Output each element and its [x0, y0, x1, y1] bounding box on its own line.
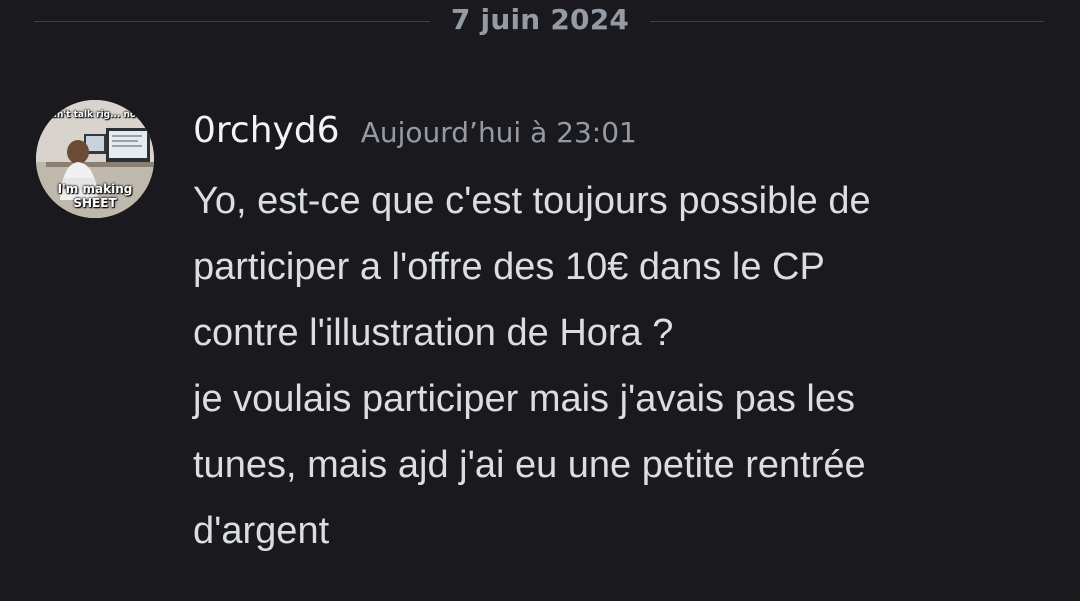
divider-line-left — [34, 21, 430, 22]
message-line: participer a l'offre des 10€ dans le CP — [193, 246, 825, 288]
author-username[interactable]: 0rchyd6 — [193, 110, 340, 151]
avatar-caption-bottom-line2: SHEET — [73, 196, 117, 210]
divider-date: 7 juin 2024 — [450, 3, 630, 36]
message-content: Yo, est-ce que c'est toujours possible d… — [193, 168, 1063, 564]
date-divider: 7 juin 2024 — [34, 0, 1044, 44]
message-line: tunes, mais ajd j'ai eu une petite rentr… — [193, 444, 866, 486]
avatar-caption-bottom-line1: I'm making — [57, 182, 133, 196]
avatar-caption-bottom: I'm making SHEET — [36, 182, 154, 210]
message-line: Yo, est-ce que c'est toujours possible d… — [193, 180, 871, 222]
avatar[interactable]: can't talk rig... now I'm making SHEET — [36, 100, 154, 218]
message-line: contre l'illustration de Hora ? — [193, 312, 674, 354]
chat-message: can't talk rig... now I'm making SHEET 0… — [0, 96, 1080, 601]
message-line: d'argent — [193, 510, 330, 552]
avatar-caption-top: can't talk rig... now — [45, 110, 145, 120]
divider-line-right — [650, 21, 1044, 22]
message-header: 0rchyd6 Aujourd’hui à 23:01 — [193, 110, 637, 160]
message-line: je voulais participer mais j'avais pas l… — [193, 378, 855, 420]
message-timestamp[interactable]: Aujourd’hui à 23:01 — [361, 116, 637, 149]
